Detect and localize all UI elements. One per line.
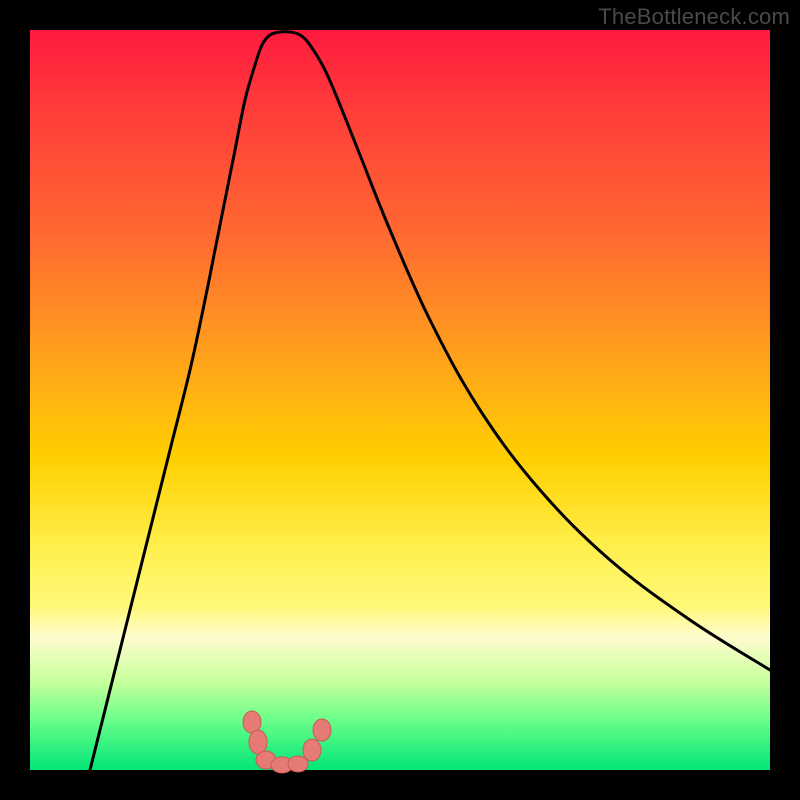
chart-frame: TheBottleneck.com bbox=[0, 0, 800, 800]
dot-right-lower bbox=[303, 739, 321, 761]
plot-area bbox=[30, 30, 770, 770]
dot-bottom-3 bbox=[288, 756, 308, 772]
bottleneck-curve bbox=[90, 32, 770, 770]
marker-cluster bbox=[243, 711, 331, 773]
dot-right-upper bbox=[313, 719, 331, 741]
curve-svg bbox=[30, 30, 770, 770]
dot-left-lower bbox=[249, 730, 267, 754]
watermark-text: TheBottleneck.com bbox=[598, 4, 790, 30]
